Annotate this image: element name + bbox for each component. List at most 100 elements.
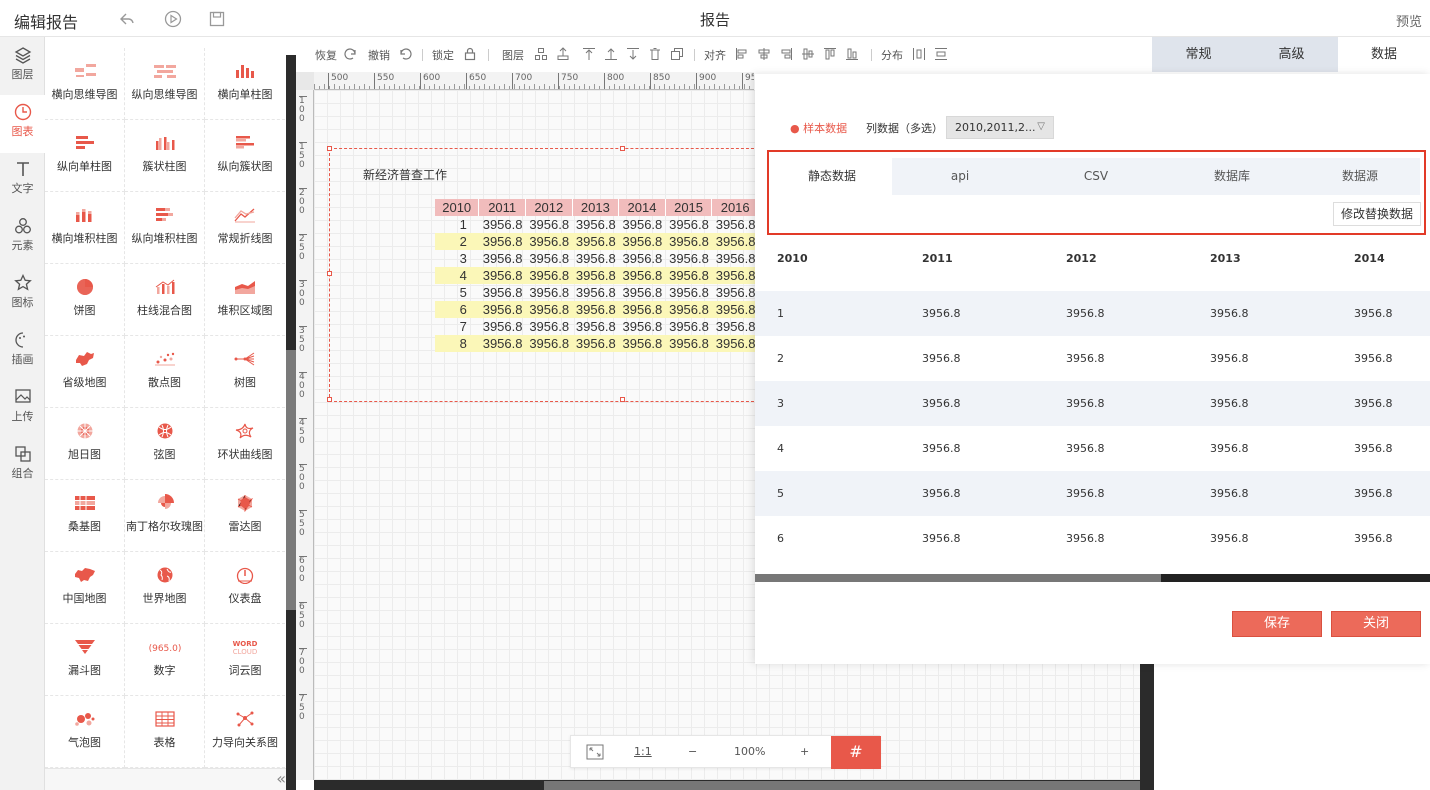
rail-item-2[interactable]: 文字 — [0, 152, 45, 210]
rail-item-7[interactable]: 组合 — [0, 437, 45, 495]
tab-api[interactable]: api — [892, 158, 1028, 195]
delete-icon[interactable] — [648, 47, 662, 61]
bring-front-icon[interactable] — [556, 47, 570, 61]
rail-item-0[interactable]: 图层 — [0, 38, 45, 96]
align-vcenter-icon[interactable] — [801, 47, 815, 61]
rail-item-4[interactable]: 图标 — [0, 266, 45, 324]
distribute-h-icon[interactable] — [912, 47, 926, 61]
rail-item-1[interactable]: 图表 — [0, 95, 45, 153]
layer-button[interactable]: 图层 — [502, 47, 524, 63]
data-table-hscrollbar[interactable] — [755, 574, 1430, 582]
palette-item-5[interactable]: 纵向簇状图 — [205, 120, 285, 192]
palette-item-8[interactable]: 常规折线图 — [205, 192, 285, 264]
save-button[interactable]: 保存 — [1232, 611, 1322, 637]
zoom-out-button[interactable]: − — [688, 745, 697, 758]
palette-item-6[interactable]: 横向堆积柱图 — [45, 192, 125, 264]
palette-item-11[interactable]: 堆积区域图 — [205, 264, 285, 336]
palette-item-label: 气泡图 — [68, 736, 101, 749]
layer-up-icon[interactable] — [534, 47, 548, 61]
palette-item-1[interactable]: 纵向思维导图 — [125, 48, 205, 120]
palette-item-0[interactable]: 横向思维导图 — [45, 48, 125, 120]
palette-item-18[interactable]: 桑基图 — [45, 480, 125, 552]
send-back-icon[interactable] — [626, 47, 640, 61]
palette-item-24[interactable]: 漏斗图 — [45, 624, 125, 696]
rail-item-6[interactable]: 上传 — [0, 380, 45, 438]
palette-item-16[interactable]: 弦图 — [125, 408, 205, 480]
palette-item-20[interactable]: 雷达图 — [205, 480, 285, 552]
copy-icon[interactable] — [670, 47, 684, 61]
bring-forward-icon[interactable] — [604, 47, 618, 61]
distribute-button[interactable]: 分布 — [881, 47, 903, 63]
lock-button[interactable]: 锁定 — [432, 47, 454, 63]
canvas-hscroll-thumb[interactable] — [544, 781, 1140, 790]
preview-link[interactable]: 预览 — [1396, 11, 1422, 30]
palette-item-2[interactable]: 横向单柱图 — [205, 48, 285, 120]
data-table-hscroll-thumb[interactable] — [755, 574, 1161, 582]
palette-item-13[interactable]: 散点图 — [125, 336, 205, 408]
palette-item-9[interactable]: 饼图 — [45, 264, 125, 336]
zoom-in-button[interactable]: + — [800, 745, 809, 758]
modify-replace-data-button[interactable]: 修改替换数据 — [1333, 202, 1421, 226]
sample-data-label[interactable]: ● 样本数据 — [790, 120, 847, 136]
tab-static-data[interactable]: 静态数据 — [772, 158, 892, 195]
palette-item-17[interactable]: 环状曲线图 — [205, 408, 285, 480]
palette-item-10[interactable]: 柱线混合图 — [125, 264, 205, 336]
tab-datasource[interactable]: 数据源 — [1300, 158, 1420, 195]
palette-item-15[interactable]: 旭日图 — [45, 408, 125, 480]
back-icon[interactable] — [118, 10, 136, 28]
scatter-icon — [154, 352, 175, 366]
rail-item-5[interactable]: 插画 — [0, 323, 45, 381]
actual-size-button[interactable]: 1:1 — [634, 745, 652, 758]
column-select[interactable]: 2010,2011,2... ▽ — [946, 116, 1054, 139]
align-left-icon[interactable] — [735, 47, 749, 61]
resize-handle-t[interactable] — [620, 146, 625, 151]
close-button[interactable]: 关闭 — [1331, 611, 1421, 637]
redo-icon[interactable] — [344, 47, 358, 61]
undo-button[interactable]: 撤销 — [368, 47, 390, 63]
undo-icon[interactable] — [398, 47, 412, 61]
align-bottom-icon[interactable] — [845, 47, 859, 61]
palette-item-22[interactable]: 世界地图 — [125, 552, 205, 624]
align-top-icon[interactable] — [582, 47, 596, 61]
restore-button[interactable]: 恢复 — [315, 47, 337, 63]
vruler-label: 700 — [299, 648, 307, 676]
distribute-v-icon[interactable] — [934, 47, 948, 61]
collapse-chevron-icon[interactable]: « — [276, 769, 286, 788]
widget-cell: 4 — [435, 267, 479, 284]
resize-handle-b[interactable] — [620, 397, 625, 402]
palette-scroll-thumb[interactable] — [286, 350, 296, 610]
canvas-vscrollbar[interactable] — [1140, 660, 1154, 790]
align-hcenter-icon[interactable] — [757, 47, 771, 61]
palette-item-4[interactable]: 簇状柱图 — [125, 120, 205, 192]
save-disk-icon[interactable] — [208, 10, 226, 28]
resize-handle-l[interactable] — [327, 271, 332, 276]
resize-handle-tl[interactable] — [327, 146, 332, 151]
play-icon[interactable] — [164, 10, 182, 28]
palette-item-25[interactable]: (965.0) 数字 — [125, 624, 205, 696]
palette-item-14[interactable]: 树图 — [205, 336, 285, 408]
tab-csv[interactable]: CSV — [1028, 158, 1164, 195]
rail-item-3[interactable]: 元素 — [0, 209, 45, 267]
tab-database[interactable]: 数据库 — [1164, 158, 1300, 195]
palette-item-23[interactable]: 仪表盘 — [205, 552, 285, 624]
resize-handle-bl[interactable] — [327, 397, 332, 402]
align-right-icon[interactable] — [779, 47, 793, 61]
align-top2-icon[interactable] — [823, 47, 837, 61]
palette-item-26[interactable]: WORD CLOUD 词云图 — [205, 624, 285, 696]
palette-item-21[interactable]: 中国地图 — [45, 552, 125, 624]
palette-item-28[interactable]: 表格 — [125, 696, 205, 768]
align-button[interactable]: 对齐 — [704, 47, 726, 63]
fit-screen-icon[interactable] — [586, 744, 604, 760]
palette-item-3[interactable]: 纵向单柱图 — [45, 120, 125, 192]
cluster-bar-icon — [155, 137, 174, 150]
palette-item-29[interactable]: 力导向关系图 — [205, 696, 285, 768]
palette-item-19[interactable]: 南丁格尔玫瑰图 — [125, 480, 205, 552]
palette-item-27[interactable]: 气泡图 — [45, 696, 125, 768]
tab-general[interactable]: 常规 — [1152, 37, 1245, 72]
lock-icon[interactable] — [463, 47, 477, 61]
tab-data[interactable]: 数据 — [1338, 37, 1430, 72]
palette-item-12[interactable]: 省级地图 — [45, 336, 125, 408]
tab-advanced[interactable]: 高级 — [1245, 37, 1338, 72]
grid-toggle-button[interactable]: # — [831, 736, 881, 769]
palette-item-7[interactable]: 纵向堆积柱图 — [125, 192, 205, 264]
